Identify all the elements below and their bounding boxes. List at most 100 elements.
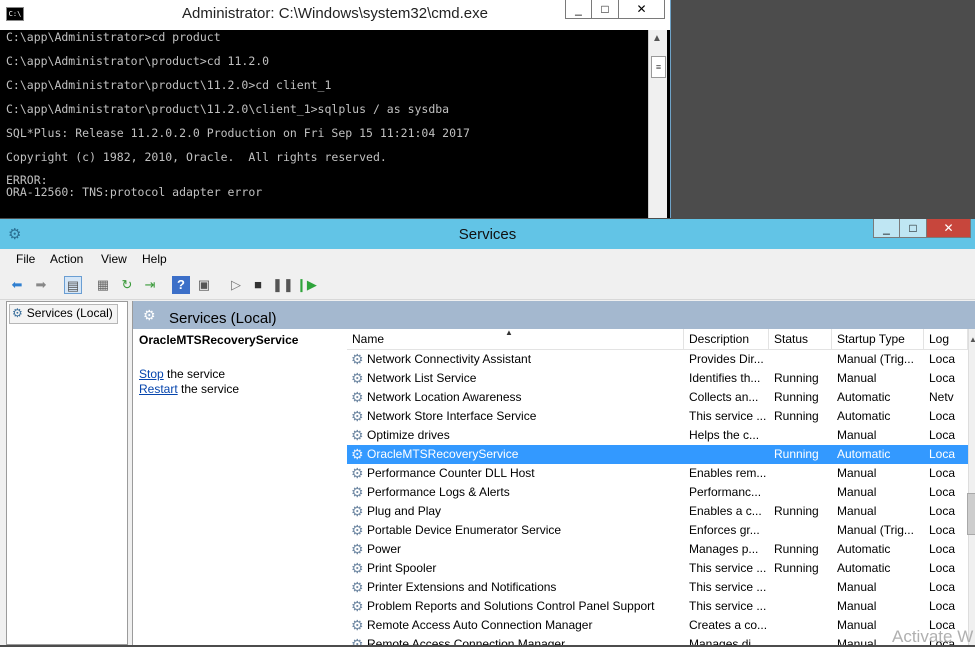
console-tree-icon[interactable]: ▤: [64, 276, 82, 294]
tree-node-services-local[interactable]: ⚙ Services (Local): [9, 304, 118, 324]
table-row[interactable]: ⚙ Portable Device Enumerator Service Enfor…: [347, 521, 968, 540]
service-name: Performance Counter DLL Host: [367, 466, 535, 480]
service-log-on-as: Loca: [929, 409, 956, 423]
service-status: Running: [774, 409, 819, 423]
table-row[interactable]: ⚙ Network Store Interface Service This ser…: [347, 407, 968, 426]
list-scroll-up-icon[interactable]: ▲: [969, 335, 975, 344]
service-gear-icon: ⚙: [351, 427, 364, 443]
service-startup-type: Manual: [837, 466, 877, 480]
table-row[interactable]: ⚙ Optimize drives Helps the c... Manual Loca: [347, 426, 968, 445]
service-name: Portable Device Enumerator Service: [367, 523, 562, 537]
toolbar: ⬅ ➡ ▤ ▦ ↻ ⇥ ? ▣ ▷ ■ ❚❚ ❙▶: [0, 271, 975, 300]
services-minimize-button[interactable]: _: [873, 219, 900, 238]
pause-service-icon[interactable]: ❚❚: [272, 276, 294, 294]
refresh-icon[interactable]: ↻: [118, 276, 136, 294]
service-startup-type: Manual: [837, 371, 877, 385]
services-close-button[interactable]: ✕: [926, 219, 971, 238]
pane-header-title: Services (Local): [169, 310, 277, 327]
show-hide-pane-icon[interactable]: ▣: [195, 276, 213, 294]
menu-file[interactable]: File: [16, 252, 35, 266]
stop-service-link[interactable]: Stop: [139, 367, 164, 381]
table-row[interactable]: ⚙ Problem Reports and Solutions Control P…: [347, 597, 968, 616]
service-description: Creates a co...: [689, 618, 768, 632]
service-startup-type: Automatic: [837, 447, 891, 461]
service-name: Problem Reports and Solutions Control Pa…: [367, 599, 655, 613]
service-status: Running: [774, 561, 819, 575]
service-startup-type: Automatic: [837, 561, 891, 575]
service-description: Enforces gr...: [689, 523, 760, 537]
cmd-maximize-button[interactable]: □: [591, 0, 619, 19]
service-log-on-as: Loca: [929, 447, 956, 461]
service-gear-icon: ⚙: [351, 560, 364, 576]
table-row[interactable]: ⚙ Remote Access Auto Connection Manager Cr…: [347, 616, 968, 635]
list-scroll-thumb[interactable]: [967, 493, 975, 535]
service-gear-icon: ⚙: [351, 579, 364, 595]
service-log-on-as: Loca: [929, 428, 956, 442]
properties-icon[interactable]: ▦: [94, 276, 112, 294]
column-header-name[interactable]: Name: [347, 329, 684, 349]
cmd-close-button[interactable]: ✕: [618, 0, 665, 19]
cmd-console[interactable]: C:\app\Administrator>cd product C:\app\A…: [0, 30, 648, 218]
scroll-up-arrow-icon[interactable]: ▲: [652, 33, 662, 44]
table-row[interactable]: ⚙ Performance Logs & Alerts Performanc... M…: [347, 483, 968, 502]
cmd-window: C:\ Administrator: C:\Windows\system32\c…: [0, 0, 671, 218]
start-service-icon[interactable]: ▷: [227, 276, 245, 294]
menu-action[interactable]: Action: [50, 252, 83, 266]
table-row[interactable]: ⚙ Network Location Awareness Collects an..…: [347, 388, 968, 407]
column-header-status[interactable]: Status: [769, 329, 832, 349]
table-row[interactable]: ⚙ Power Manages p... Running Automatic Loca: [347, 540, 968, 559]
cmd-titlebar[interactable]: C:\ Administrator: C:\Windows\system32\c…: [0, 0, 670, 30]
help-icon[interactable]: ?: [172, 276, 190, 294]
service-gear-icon: ⚙: [351, 370, 364, 386]
pane-header: ⚙ Services (Local): [133, 301, 975, 329]
menu-view[interactable]: View: [101, 252, 127, 266]
export-list-icon[interactable]: ⇥: [141, 276, 159, 294]
service-log-on-as: Loca: [929, 542, 956, 556]
forward-arrow-icon[interactable]: ➡: [32, 276, 50, 294]
console-line: C:\app\Administrator\product>cd 11.2.0: [6, 54, 270, 68]
console-line: Copyright (c) 1982, 2010, Oracle. All ri…: [6, 150, 387, 164]
service-name: Power: [367, 542, 402, 556]
service-status: Running: [774, 390, 819, 404]
column-header-log-on-as[interactable]: Log: [924, 329, 968, 349]
service-startup-type: Manual: [837, 599, 877, 613]
column-header-startup-type[interactable]: Startup Type: [832, 329, 924, 349]
stop-service-icon[interactable]: ■: [249, 276, 267, 294]
service-name: Network Location Awareness: [367, 390, 522, 404]
activation-watermark: Activate W: [892, 627, 974, 646]
restart-service-link[interactable]: Restart: [139, 382, 178, 396]
services-maximize-button[interactable]: □: [899, 219, 927, 238]
selected-service-name: OracleMTSRecoveryService: [139, 333, 299, 347]
stop-action-row: Stop the service: [139, 367, 225, 381]
service-gear-icon: ⚙: [351, 636, 364, 645]
service-startup-type: Manual: [837, 580, 877, 594]
table-row[interactable]: ⚙ Network List Service Identifies th... Run…: [347, 369, 968, 388]
services-node-gear-icon: ⚙: [12, 306, 23, 320]
table-row[interactable]: ⚙ Plug and Play Enables a c... Running Manua…: [347, 502, 968, 521]
console-line: C:\app\Administrator\product\11.2.0\clie…: [6, 102, 450, 116]
console-line: C:\app\Administrator>cd product: [6, 30, 221, 44]
column-header-description[interactable]: Description: [684, 329, 769, 349]
table-row[interactable]: ⚙ Printer Extensions and Notifications Thi…: [347, 578, 968, 597]
cmd-scrollbar[interactable]: ▲ ≡: [648, 30, 667, 218]
menu-help[interactable]: Help: [142, 252, 167, 266]
service-description: This service ...: [689, 580, 767, 594]
table-row[interactable]: ⚙ Performance Counter DLL Host Enables rem…: [347, 464, 968, 483]
service-gear-icon: ⚙: [351, 522, 364, 538]
restart-service-icon[interactable]: ❙▶: [296, 276, 317, 294]
service-gear-icon: ⚙: [351, 617, 364, 633]
table-row[interactable]: ⚙ OracleMTSRecoveryService Running Automati…: [347, 445, 968, 464]
services-titlebar[interactable]: ⚙ Services _ □ ✕: [0, 219, 975, 249]
table-row[interactable]: ⚙ Print Spooler This service ... Running Aut…: [347, 559, 968, 578]
service-log-on-as: Loca: [929, 352, 956, 366]
console-line: C:\app\Administrator\product\11.2.0>cd c…: [6, 78, 332, 92]
table-row[interactable]: ⚙ Network Connectivity Assistant Provides …: [347, 350, 968, 369]
back-arrow-icon[interactable]: ⬅: [8, 276, 26, 294]
service-gear-icon: ⚙: [351, 503, 364, 519]
services-window: ⚙ Services _ □ ✕ File Action View Help ⬅…: [0, 219, 975, 645]
cmd-minimize-button[interactable]: _: [565, 0, 592, 19]
scroll-thumb[interactable]: ≡: [651, 56, 666, 78]
sort-ascending-icon: ▲: [505, 329, 513, 337]
list-scrollbar[interactable]: ▲: [967, 329, 975, 645]
table-row[interactable]: ⚙ Remote Access Connection Manager Manages…: [347, 635, 968, 645]
